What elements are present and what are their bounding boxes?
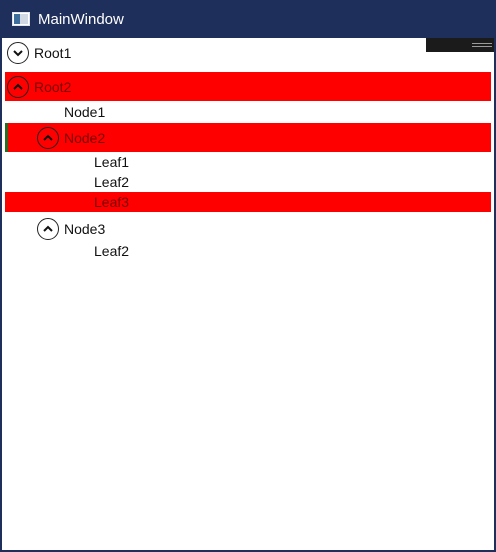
tree-item-leaf2[interactable]: Leaf2 [5, 172, 491, 192]
tree-item-label: Node3 [64, 221, 106, 237]
chevron-up-icon[interactable] [37, 218, 59, 240]
tree-item-leaf1[interactable]: Leaf1 [5, 152, 491, 172]
tree-item-label: Root1 [34, 45, 72, 61]
tree-item-label: Node2 [64, 129, 106, 146]
tree-item-label: Leaf2 [94, 174, 130, 190]
tree-item-label: Leaf3 [94, 194, 130, 210]
tree-item-label: Node1 [64, 104, 106, 120]
tree-item-root1[interactable]: Root1 [5, 42, 491, 64]
title-bar[interactable]: MainWindow [2, 0, 494, 38]
tree-item-leaf2-node3[interactable]: Leaf2 [5, 240, 491, 262]
chevron-down-icon[interactable] [7, 42, 29, 64]
tree-item-label: Root2 [34, 78, 72, 95]
client-area: Root1 Root2 Node1 Node2 Leaf1 Leaf2 Leaf… [2, 38, 494, 550]
chevron-up-icon[interactable] [37, 126, 59, 149]
window-title: MainWindow [38, 10, 124, 28]
tree-item-label: Leaf1 [94, 154, 130, 170]
tree-item-node3[interactable]: Node3 [5, 218, 491, 240]
window-app-icon [12, 12, 30, 26]
tree-view[interactable]: Root1 Root2 Node1 Node2 Leaf1 Leaf2 Leaf… [5, 42, 491, 262]
main-window: MainWindow Root1 Root2 Node1 Node2 Leaf1… [0, 0, 496, 552]
tree-item-root2[interactable]: Root2 [5, 72, 491, 101]
chevron-up-icon[interactable] [7, 75, 29, 98]
focus-indicator [5, 123, 8, 152]
tree-item-node1[interactable]: Node1 [5, 101, 491, 123]
tree-item-label: Leaf2 [94, 243, 130, 259]
tree-item-node2[interactable]: Node2 [5, 123, 491, 152]
tree-item-leaf3[interactable]: Leaf3 [5, 192, 491, 212]
